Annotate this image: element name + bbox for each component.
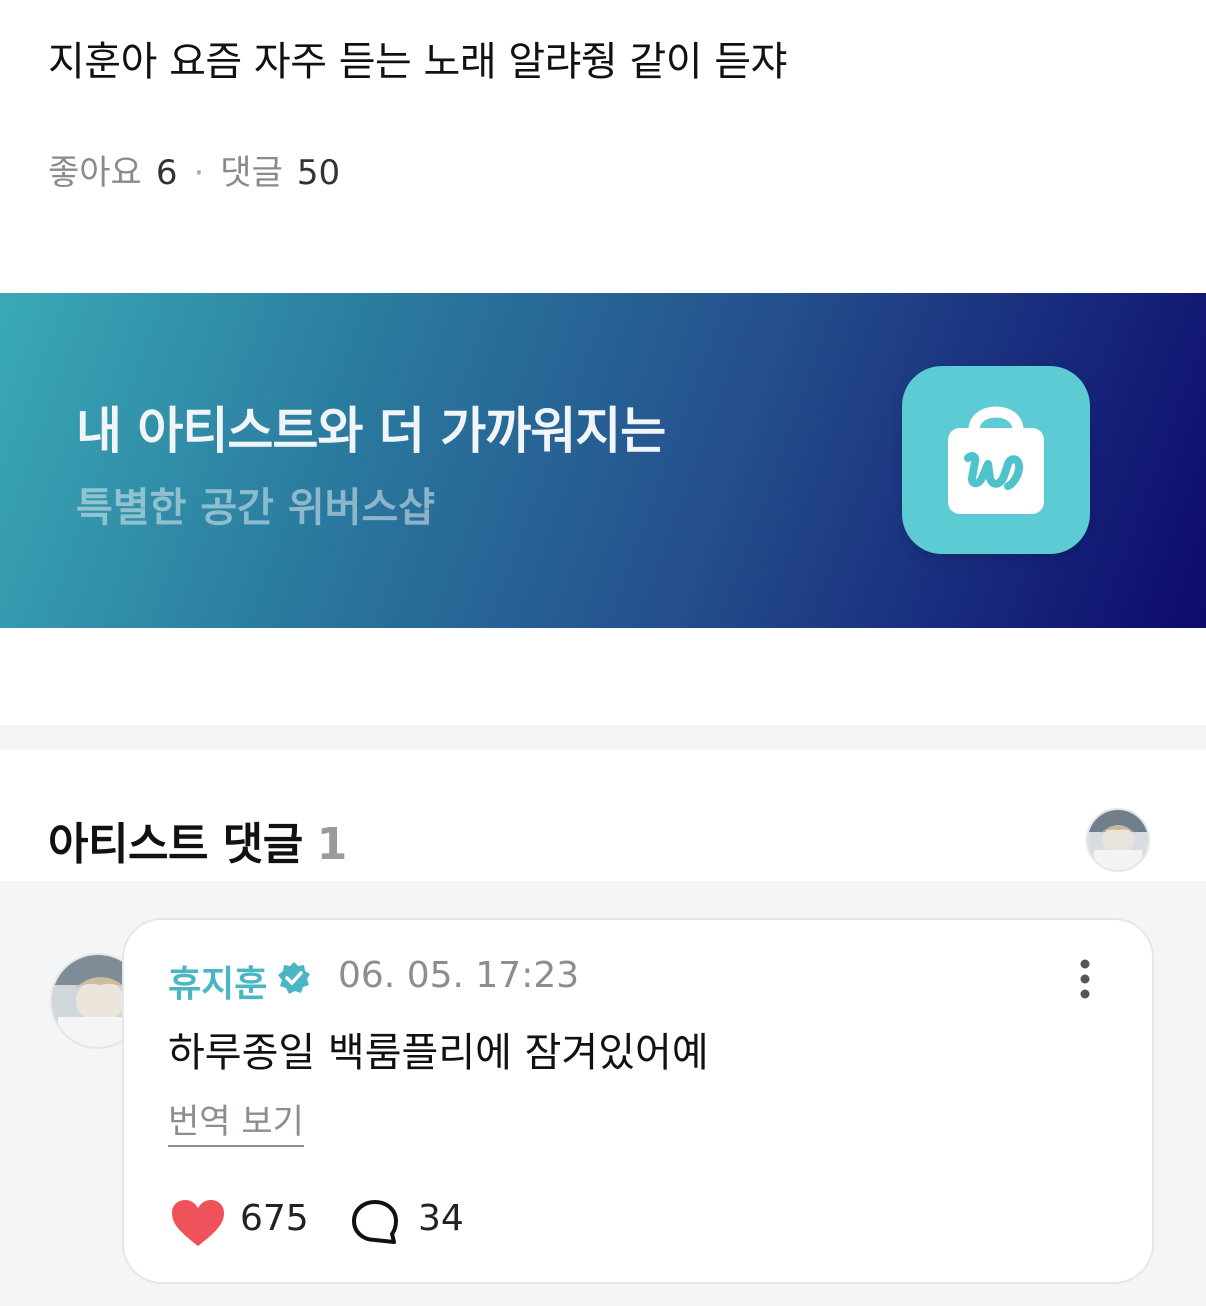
banner-subtitle: 특별한 공간 위버스샵 — [76, 485, 436, 531]
stats-separator: · — [193, 153, 205, 193]
likes-label: 좋아요 — [48, 153, 142, 193]
comments-count[interactable]: 50 — [297, 153, 340, 193]
weverse-shop-banner[interactable]: 내 아티스트와 더 가까워지는 특별한 공간 위버스샵 — [0, 293, 1206, 628]
reply-bubble-icon[interactable] — [350, 1198, 400, 1252]
section-divider — [0, 725, 1206, 749]
weverse-shop-bag-icon — [902, 366, 1090, 554]
heart-icon[interactable] — [170, 1198, 226, 1252]
comment-text: 하루종일 백룸플리에 잠겨있어예 — [168, 1030, 709, 1076]
like-count: 675 — [240, 1198, 309, 1239]
comment-author[interactable]: 휴지훈 — [168, 955, 267, 1007]
artist-avatar-small[interactable] — [1086, 808, 1150, 872]
translate-link[interactable]: 번역 보기 — [168, 1094, 304, 1147]
post-stats: 좋아요 6 · 댓글 50 — [48, 150, 340, 196]
artist-comments-heading: 아티스트 댓글 1 — [48, 808, 347, 872]
comments-label[interactable]: 댓글 — [220, 153, 283, 193]
reply-count: 34 — [418, 1198, 464, 1239]
post-text: 지훈아 요즘 자주 듣는 노래 알랴줭 같이 듣쟈 — [48, 39, 787, 85]
more-options-icon[interactable] — [1068, 956, 1102, 1004]
artist-comments-count: 1 — [316, 819, 348, 870]
artist-comments-title: 아티스트 댓글 — [48, 819, 303, 870]
banner-title: 내 아티스트와 더 가까워지는 — [76, 402, 666, 460]
likes-count: 6 — [155, 153, 178, 193]
comment-timestamp: 06. 05. 17:23 — [338, 955, 580, 996]
verified-badge-icon — [276, 960, 312, 1000]
